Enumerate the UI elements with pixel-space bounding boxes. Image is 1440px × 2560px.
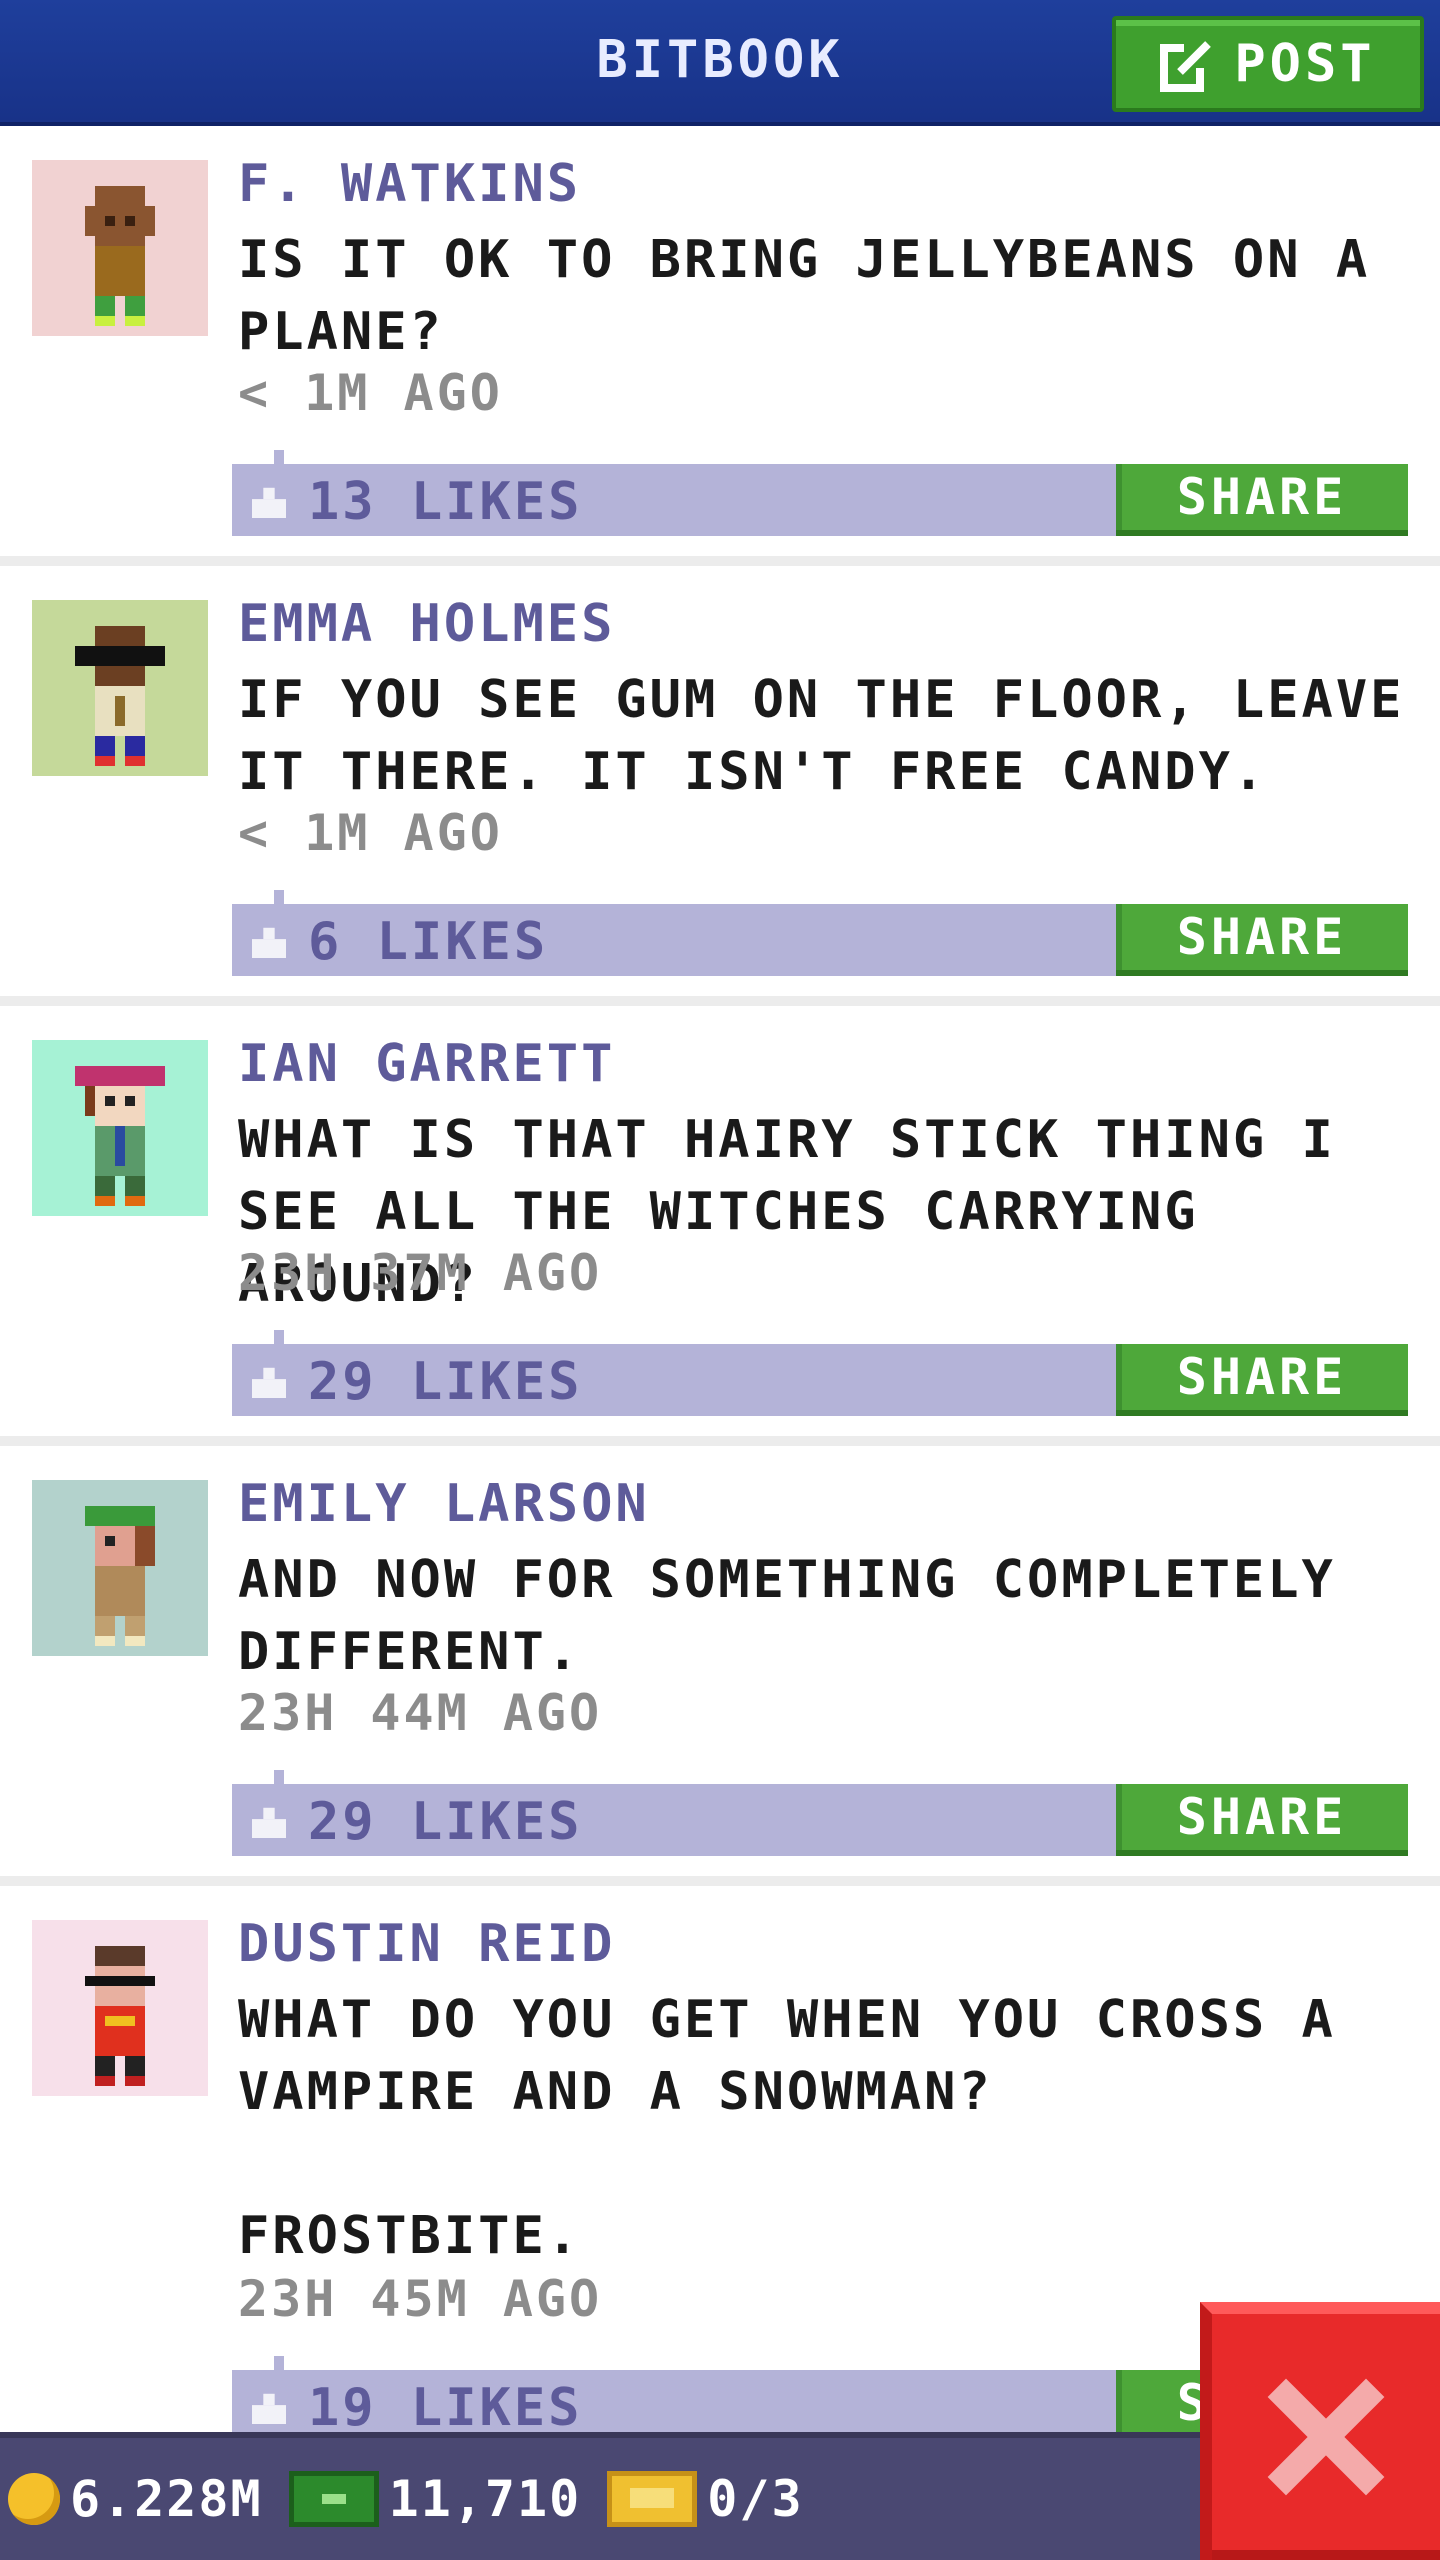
post-message: AND NOW FOR SOMETHING COMPLETELY DIFFERE… xyxy=(238,1550,1336,1682)
coins-stat: 6.228M xyxy=(8,2470,263,2528)
post-time: 23H 45M AGO xyxy=(238,2270,603,2328)
thumbs-up-icon[interactable] xyxy=(252,1364,286,1398)
cash-icon xyxy=(288,2471,379,2527)
post-time: < 1M AGO xyxy=(238,364,503,422)
likes-count: 29 LIKES xyxy=(308,1792,583,1852)
share-button[interactable]: SHARE xyxy=(1116,904,1408,976)
post-feed[interactable]: F. WATKINS IS IT OK TO BRING JELLYBEANS … xyxy=(0,126,1440,2486)
post-author[interactable]: EMMA HOLMES xyxy=(238,594,615,654)
avatar[interactable] xyxy=(32,1480,208,1656)
avatar[interactable] xyxy=(32,1920,208,2096)
post-time: 23H 44M AGO xyxy=(238,1684,603,1742)
thumbs-up-icon[interactable] xyxy=(252,484,286,518)
likes-bar: 29 LIKES SHARE xyxy=(232,1770,1408,1856)
post-author[interactable]: EMILY LARSON xyxy=(238,1474,650,1534)
coin-icon xyxy=(8,2473,60,2525)
tickets-value: 0/3 xyxy=(707,2470,804,2528)
post-message: IF YOU SEE GUM ON THE FLOOR, LEAVE IT TH… xyxy=(238,670,1405,802)
post-button[interactable]: POST xyxy=(1112,16,1424,112)
post-button-label: POST xyxy=(1234,34,1376,94)
likes-count: 6 LIKES xyxy=(308,912,549,972)
close-icon xyxy=(1267,2378,1385,2496)
likes-count: 29 LIKES xyxy=(308,1352,583,1412)
post-message: IS IT OK TO BRING JELLYBEANS ON A PLANE? xyxy=(238,230,1371,362)
post-item: EMILY LARSON AND NOW FOR SOMETHING COMPL… xyxy=(0,1446,1440,1886)
post-item: F. WATKINS IS IT OK TO BRING JELLYBEANS … xyxy=(0,126,1440,566)
share-button[interactable]: SHARE xyxy=(1116,464,1408,536)
likes-bar: 13 LIKES SHARE xyxy=(232,450,1408,536)
post-time: 23H 37M AGO xyxy=(238,1244,603,1302)
bux-stat: 11,710 xyxy=(288,2470,582,2528)
post-item: IAN GARRETT WHAT IS THAT HAIRY STICK THI… xyxy=(0,1006,1440,1446)
ticket-icon xyxy=(607,2471,698,2527)
thumbs-up-icon[interactable] xyxy=(252,2390,286,2424)
post-item: EMMA HOLMES IF YOU SEE GUM ON THE FLOOR,… xyxy=(0,566,1440,1006)
share-button[interactable]: SHARE xyxy=(1116,1344,1408,1416)
post-author[interactable]: IAN GARRETT xyxy=(238,1034,615,1094)
coins-value: 6.228M xyxy=(70,2470,263,2528)
avatar[interactable] xyxy=(32,1040,208,1216)
share-button[interactable]: SHARE xyxy=(1116,1784,1408,1856)
bux-value: 11,710 xyxy=(388,2470,582,2528)
likes-count: 19 LIKES xyxy=(308,2378,583,2438)
top-bar: BITBOOK POST xyxy=(0,0,1440,126)
post-message: WHAT DO YOU GET WHEN YOU CROSS A VAMPIRE… xyxy=(238,1990,1336,2266)
tickets-stat: 0/3 xyxy=(607,2470,803,2528)
post-time: < 1M AGO xyxy=(238,804,503,862)
likes-bar: 6 LIKES SHARE xyxy=(232,890,1408,976)
close-button[interactable] xyxy=(1200,2302,1440,2560)
post-author[interactable]: F. WATKINS xyxy=(238,154,581,214)
post-author[interactable]: DUSTIN REID xyxy=(238,1914,615,1974)
thumbs-up-icon[interactable] xyxy=(252,1804,286,1838)
likes-bar: 29 LIKES SHARE xyxy=(232,1330,1408,1416)
likes-count: 13 LIKES xyxy=(308,472,583,532)
thumbs-up-icon[interactable] xyxy=(252,924,286,958)
avatar[interactable] xyxy=(32,600,208,776)
edit-icon xyxy=(1160,36,1216,92)
avatar[interactable] xyxy=(32,160,208,336)
